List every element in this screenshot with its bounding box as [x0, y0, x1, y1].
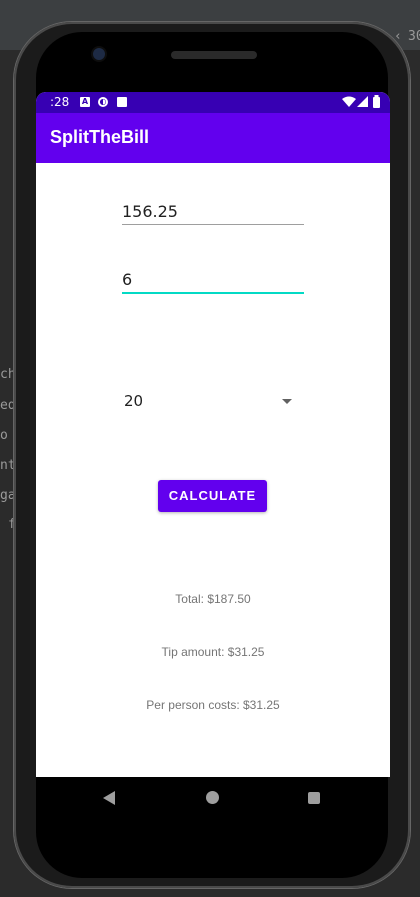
sd-card-icon [117, 97, 127, 107]
sync-icon: ◐ [98, 97, 108, 107]
a-notification-icon: A [80, 97, 90, 107]
front-camera [93, 48, 105, 60]
tip-percent-dropdown[interactable]: 20 [122, 388, 292, 412]
signal-icon [357, 96, 368, 107]
home-icon[interactable] [206, 791, 219, 804]
per-person-text: Per person costs: $31.25 [146, 698, 280, 712]
wifi-icon [342, 96, 356, 107]
tip-amount-text: Tip amount: $31.25 [161, 645, 265, 659]
calculate-button[interactable]: CALCULATE [158, 480, 267, 512]
bill-amount-input[interactable]: 156.25 [122, 200, 304, 225]
status-time: :28 [50, 95, 70, 109]
app-title: SplitTheBill [50, 127, 149, 147]
back-icon[interactable] [103, 791, 115, 805]
dropdown-arrow-icon [282, 399, 292, 404]
app-bar: SplitTheBill [36, 113, 390, 163]
tip-percent-value: 20 [124, 392, 144, 410]
battery-icon [373, 95, 380, 108]
ide-code-fragment: o [0, 428, 8, 443]
device-screen: :28 A ◐ SplitTheBill 156.25 6 20 CALCULA… [36, 92, 390, 777]
earpiece-speaker [171, 51, 257, 59]
status-bar: :28 A ◐ [36, 92, 390, 113]
total-text: Total: $187.50 [175, 592, 251, 606]
party-size-value: 6 [122, 270, 133, 289]
recents-icon[interactable] [308, 792, 320, 804]
bill-amount-value: 156.25 [122, 202, 178, 221]
party-size-input[interactable]: 6 [122, 268, 304, 294]
